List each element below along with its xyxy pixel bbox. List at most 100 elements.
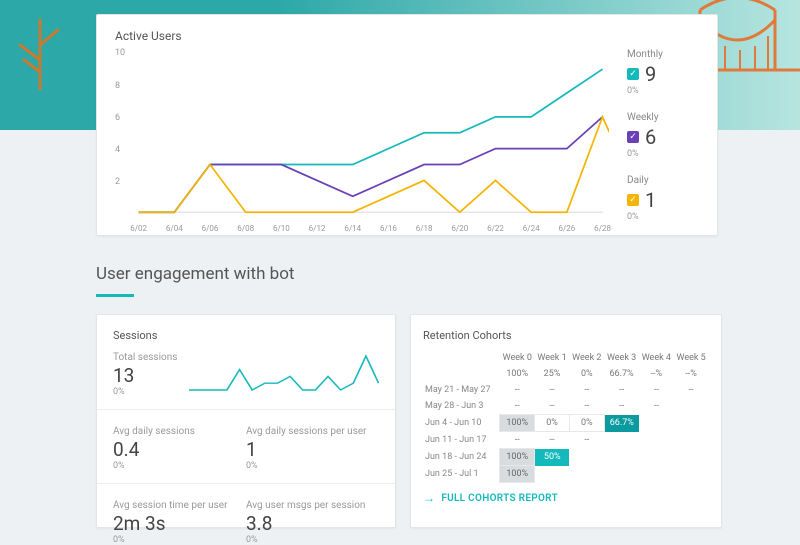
cohort-head-value: 66.7% [604, 366, 639, 382]
legend-sub: 0% [627, 86, 699, 96]
cohort-col-header: Week 4 [639, 350, 674, 366]
metric-value: 0.4 [113, 438, 246, 461]
session-metric: Avg session time per user 2m 3s 0% [113, 500, 246, 545]
checkbox-icon[interactable]: ✓ [627, 194, 639, 206]
tree-decoration [10, 10, 70, 90]
cohort-cell: -- [535, 382, 570, 398]
cohort-row-label: Jun 25 - Jul 1 [423, 466, 500, 483]
cohort-cell: 0% [569, 415, 604, 432]
legend-value: 9 [645, 62, 656, 86]
total-sessions-label: Total sessions [113, 352, 177, 363]
section-underline [96, 294, 134, 297]
x-tick: 6/18 [416, 224, 433, 233]
legend-item[interactable]: Daily ✓ 1 0% [627, 175, 699, 222]
x-tick: 6/06 [202, 224, 219, 233]
active-users-chart[interactable]: 246810 6/026/046/066/086/106/126/146/166… [115, 49, 609, 219]
cohort-cell: -- [535, 398, 570, 415]
cohort-cell: -- [569, 432, 604, 449]
x-tick: 6/22 [487, 224, 504, 233]
cohort-col-header: Week 5 [674, 350, 709, 366]
cohort-head-value: 25% [535, 366, 570, 382]
metric-label: Avg daily sessions [113, 426, 246, 437]
x-tick: 6/26 [558, 224, 575, 233]
legend-sub: 0% [627, 149, 699, 159]
cohort-col-header: Week 2 [569, 350, 604, 366]
cohort-row-label: Jun 4 - Jun 10 [423, 415, 500, 432]
sessions-card: Sessions Total sessions 13 0% Avg daily … [96, 314, 396, 528]
x-tick: 6/28 [594, 224, 611, 233]
arrow-right-icon: → [423, 491, 435, 505]
cohorts-link-label: FULL COHORTS REPORT [441, 493, 558, 504]
metric-sub: 0% [113, 535, 246, 545]
full-cohorts-report-link[interactable]: → FULL COHORTS REPORT [423, 491, 709, 505]
active-users-legend: Monthly ✓ 9 0% Weekly ✓ 6 0% Daily ✓ 1 0… [609, 49, 699, 238]
total-sessions-value: 13 [113, 364, 177, 387]
session-metric: Avg daily sessions 0.4 0% [113, 426, 246, 471]
metric-value: 2m 3s [113, 512, 246, 535]
x-tick: 6/24 [523, 224, 540, 233]
cohort-col-header: Week 3 [604, 350, 639, 366]
y-tick: 4 [115, 145, 120, 155]
x-tick: 6/10 [273, 224, 290, 233]
active-users-title: Active Users [115, 29, 699, 43]
cohort-row-label: May 28 - Jun 3 [423, 398, 500, 415]
cohort-col-header: Week 0 [500, 350, 535, 366]
legend-sub: 0% [627, 212, 699, 222]
engagement-title: User engagement with bot [96, 264, 295, 284]
cohort-cell: 50% [535, 449, 570, 466]
y-tick: 8 [115, 81, 120, 91]
total-sessions-metric: Total sessions 13 0% [113, 352, 177, 397]
legend-item[interactable]: Weekly ✓ 6 0% [627, 112, 699, 159]
metric-value: 1 [246, 438, 379, 461]
cohort-cell: 100% [500, 466, 535, 483]
sessions-sparkline [189, 352, 379, 392]
cohort-cell: -- [639, 398, 674, 415]
cohort-cell: -- [500, 382, 535, 398]
retention-cohorts-card: Retention Cohorts Week 0Week 1Week 2Week… [410, 314, 722, 528]
legend-value: 1 [645, 188, 656, 212]
sessions-title: Sessions [113, 329, 379, 342]
y-tick: 6 [115, 113, 120, 123]
legend-label: Daily [627, 175, 699, 186]
active-users-card: Active Users 2 4 6 8 10 6/02 6/04 6/06 6/08 6/10… [96, 14, 718, 236]
legend-label: Monthly [627, 49, 699, 60]
legend-value: 6 [645, 125, 656, 149]
cohort-cell: -- [604, 382, 639, 398]
metric-sub: 0% [246, 535, 379, 545]
cohort-row-label: May 21 - May 27 [423, 382, 500, 398]
x-tick: 6/12 [309, 224, 326, 233]
cohort-cell: -- [500, 398, 535, 415]
total-sessions-sub: 0% [113, 387, 177, 397]
metric-label: Avg user msgs per session [246, 500, 379, 511]
cohort-col-header: Week 1 [535, 350, 570, 366]
y-tick: 10 [115, 48, 125, 58]
metric-label: Avg daily sessions per user [246, 426, 379, 437]
cohort-cell: -- [674, 382, 709, 398]
legend-label: Weekly [627, 112, 699, 123]
session-metric: Avg user msgs per session 3.8 0% [246, 500, 379, 545]
y-tick: 2 [115, 177, 120, 187]
cohorts-table: Week 0Week 1Week 2Week 3Week 4Week 5 100%… [423, 350, 709, 483]
x-tick: 6/08 [237, 224, 254, 233]
cohort-cell: -- [535, 432, 570, 449]
checkbox-icon[interactable]: ✓ [627, 131, 639, 143]
legend-item[interactable]: Monthly ✓ 9 0% [627, 49, 699, 96]
x-tick: 6/14 [344, 224, 361, 233]
x-tick: 6/04 [166, 224, 183, 233]
cohort-cell: -- [604, 398, 639, 415]
x-tick: 6/20 [451, 224, 468, 233]
cohort-row-label: Jun 18 - Jun 24 [423, 449, 500, 466]
cohort-cell: -- [569, 382, 604, 398]
checkbox-icon[interactable]: ✓ [627, 68, 639, 80]
x-tick: 6/02 [130, 224, 147, 233]
cohort-head-value: --% [639, 366, 674, 382]
cohort-cell: 100% [500, 415, 535, 432]
cohort-head-value: 0% [569, 366, 604, 382]
metric-sub: 0% [246, 461, 379, 471]
x-tick: 6/16 [380, 224, 397, 233]
cohort-cell: 66.7% [604, 415, 639, 432]
cohort-row-label: Jun 11 - Jun 17 [423, 432, 500, 449]
cohorts-title: Retention Cohorts [423, 329, 709, 342]
cohort-cell: -- [569, 398, 604, 415]
cohort-cell: 100% [500, 449, 535, 466]
